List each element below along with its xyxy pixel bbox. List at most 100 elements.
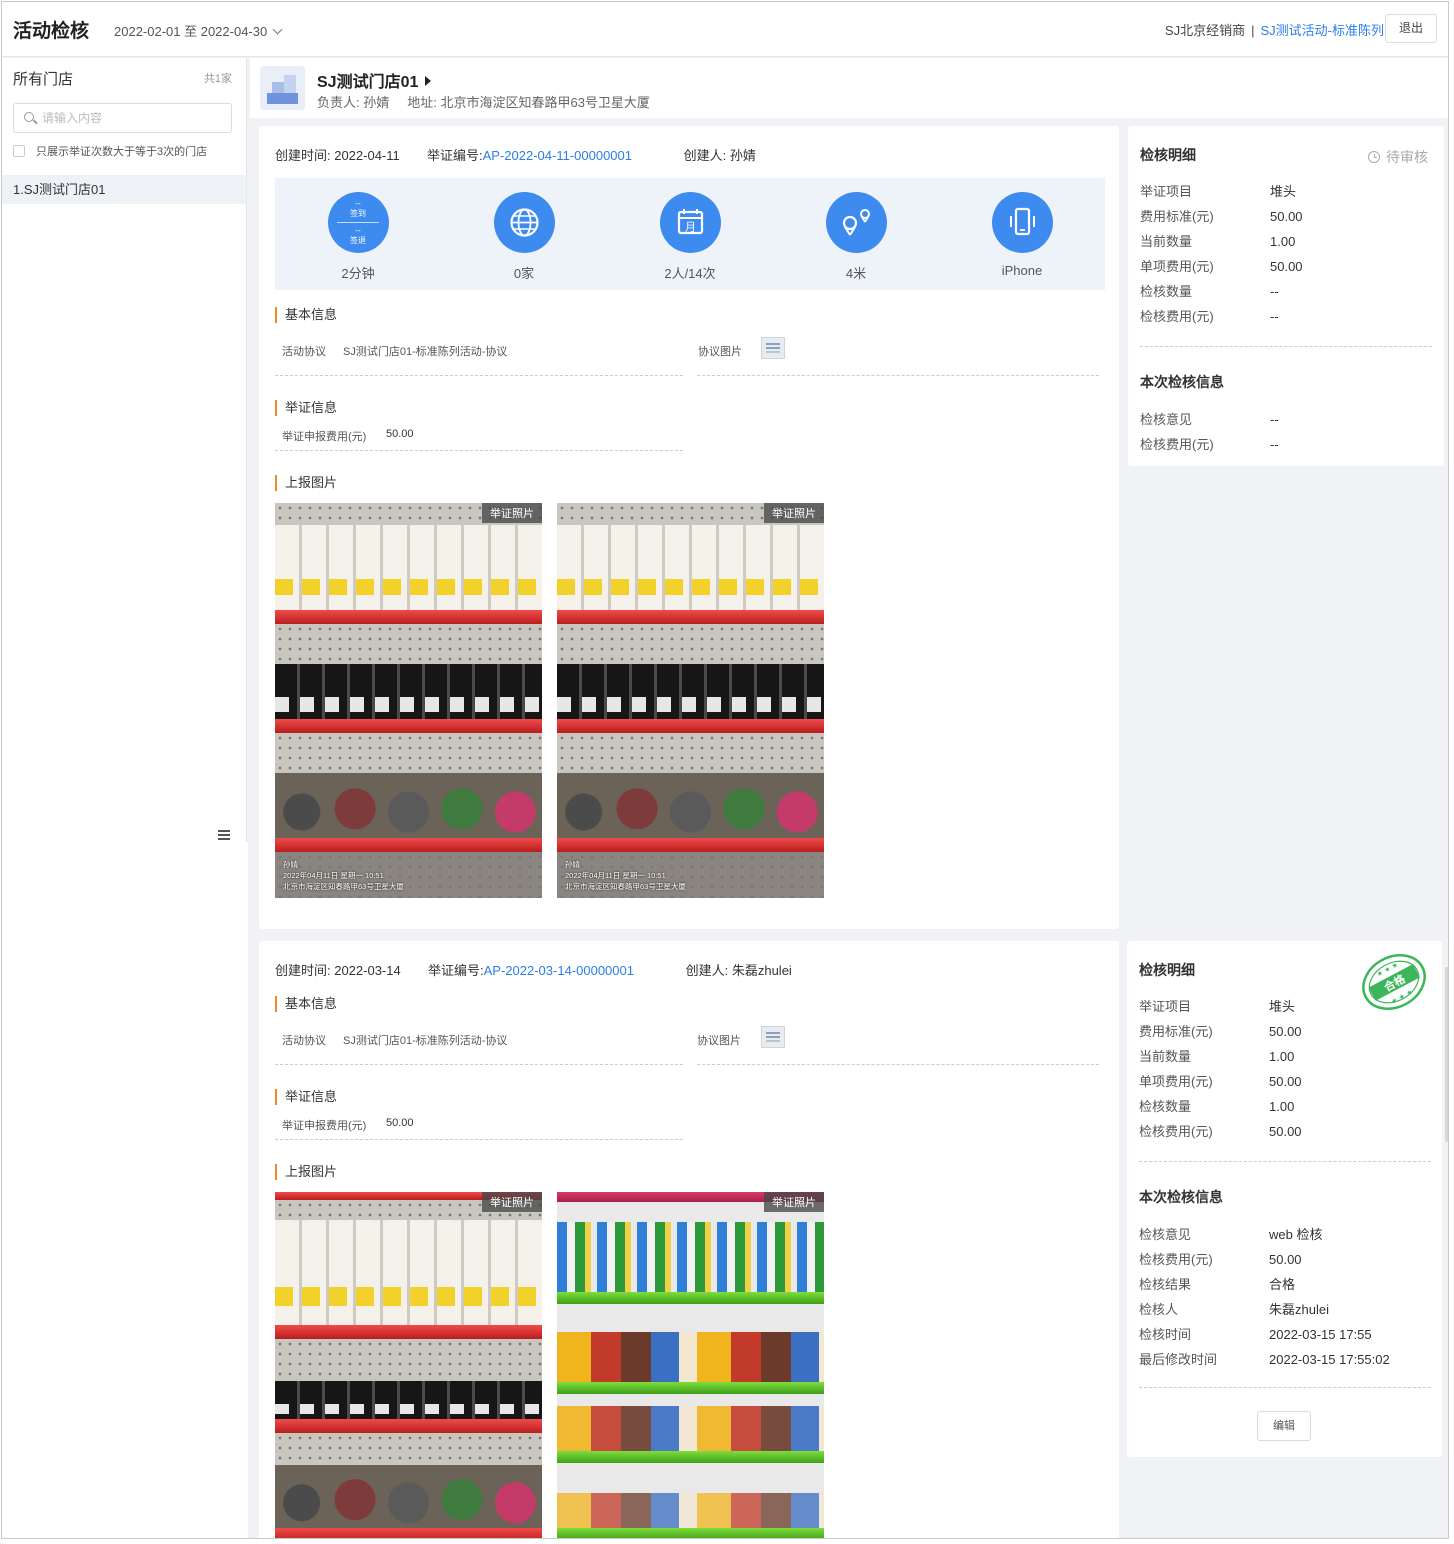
- agreement-link[interactable]: SJ测试门店01-标准陈列活动-协议: [343, 1032, 507, 1048]
- declared-fee-label: 举证申报费用(元): [282, 1120, 367, 1132]
- proof-photo[interactable]: 孙婧 2022年04月11日 星期一 10:51 北京市海淀区知春路甲63号卫星大厦…: [275, 503, 542, 898]
- declared-fee-value: 50.00: [386, 1117, 414, 1129]
- clock-icon: [1368, 151, 1380, 163]
- sidebar-item-store[interactable]: 1.SJ测试门店01: [2, 175, 246, 204]
- detail-row: 当前数量 1.00: [1139, 1049, 1295, 1064]
- edit-button[interactable]: 编辑: [1257, 1411, 1311, 1441]
- photo-tag: 举证照片: [482, 503, 542, 523]
- creator: 创建人: 孙婧: [683, 148, 756, 163]
- review-info-title: 本次检核信息: [1140, 374, 1224, 390]
- detail-row: 单项费用(元) 50.00: [1139, 1074, 1302, 1089]
- review-info-title: 本次检核信息: [1139, 1189, 1223, 1205]
- detail-row: 举证项目 堆头: [1140, 184, 1297, 199]
- agreement-image-thumbnail[interactable]: [761, 1026, 785, 1048]
- stat-distance: 4米: [796, 178, 916, 282]
- photo-tag: 举证照片: [482, 1192, 542, 1212]
- filter-checkbox[interactable]: [13, 145, 25, 157]
- section-basic-info: 基本信息: [275, 996, 337, 1012]
- chevron-down-icon: [272, 24, 283, 35]
- photo-watermark: 孙婧 2022年04月11日 星期一 10:51 北京市海淀区知春路甲63号卫星大厦: [565, 860, 686, 891]
- detail-row: 单项费用(元) 50.00: [1140, 259, 1303, 274]
- info-row: 检核意见 web 检核: [1139, 1227, 1323, 1242]
- stat-stores: 0家: [464, 178, 584, 282]
- search-input[interactable]: [42, 108, 222, 128]
- context-info: SJ北京经销商 | SJ测试活动-标准陈列: [1165, 20, 1384, 39]
- store-sidebar: 所有门店 共1家 只展示举证次数大于等于3次的门店 1.SJ测试门店01: [2, 58, 247, 842]
- agreement-image-label: 协议图片: [698, 346, 742, 358]
- proof-number-label: 举证编号:: [427, 148, 483, 163]
- detail-row: 检核费用(元) --: [1140, 309, 1279, 324]
- store-header: SJ测试门店01 负责人: 孙婧 地址: 北京市海淀区知春路甲63号卫星大厦: [250, 58, 1448, 118]
- store-meta: 负责人: 孙婧 地址: 北京市海淀区知春路甲63号卫星大厦: [317, 92, 668, 111]
- top-bar: 活动检核 2022-02-01 至 2022-04-30 SJ北京经销商 | SJ测…: [2, 2, 1448, 57]
- logout-button[interactable]: 退出: [1385, 14, 1437, 43]
- stat-device: iPhone: [962, 178, 1082, 278]
- stat-people-visits: 2人/14次: [664, 266, 716, 281]
- globe-icon: [493, 192, 555, 253]
- filter-option[interactable]: 只展示举证次数大于等于3次的门店: [13, 143, 207, 159]
- record-meta: 创建时间: 2022-03-14 举证编号: AP-2022-03-14-0000…: [275, 960, 792, 979]
- section-uploaded-photos: 上报图片: [275, 475, 337, 491]
- declared-fee-label: 举证申报费用(元): [282, 431, 367, 443]
- stat-store-count: 0家: [513, 266, 535, 281]
- info-row: 检核时间 2022-03-15 17:55: [1139, 1327, 1372, 1342]
- date-range-text: 2022-02-01 至 2022-04-30: [114, 24, 268, 39]
- stat-sign: -- 签到 -- 签退 2分钟: [298, 178, 418, 282]
- agreement-label: 活动协议: [282, 346, 326, 358]
- proof-photo[interactable]: 孙婧 2022年04月11日 星期一 10:51 北京市海淀区知春路甲63号卫星大厦…: [557, 503, 824, 898]
- detail-row: 检核费用(元) 50.00: [1139, 1124, 1302, 1139]
- store-building-icon: [260, 66, 305, 110]
- info-row: 检核费用(元) 50.00: [1139, 1252, 1302, 1267]
- proof-number-label: 举证编号:: [428, 963, 484, 978]
- proof-record-card: 创建时间: 2022-04-11 举证编号: AP-2022-04-11-0000…: [259, 126, 1119, 929]
- proof-photo[interactable]: 举证照片: [557, 1192, 824, 1538]
- info-row: 检核结果 合格: [1139, 1277, 1296, 1292]
- filter-label: 只展示举证次数大于等于3次的门店: [36, 146, 208, 158]
- section-uploaded-photos: 上报图片: [275, 1164, 337, 1180]
- page-title: 活动检核: [13, 21, 90, 42]
- search-box: [13, 103, 232, 133]
- location-pin-icon: [825, 192, 887, 253]
- date-range-picker[interactable]: 2022-02-01 至 2022-04-30: [114, 21, 283, 40]
- photo-tag: 举证照片: [764, 503, 824, 523]
- status-badge: 待审核: [1368, 147, 1428, 167]
- search-icon: [24, 112, 34, 122]
- record-meta: 创建时间: 2022-04-11 举证编号: AP-2022-04-11-0000…: [275, 145, 756, 164]
- scrollbar-thumb[interactable]: [1445, 967, 1448, 1142]
- activity-link[interactable]: SJ测试活动-标准陈列: [1260, 23, 1384, 38]
- svg-text:月: 月: [685, 221, 696, 234]
- detail-row: 费用标准(元) 50.00: [1140, 209, 1303, 224]
- separator: |: [1251, 23, 1255, 38]
- agreement-image-label: 协议图片: [697, 1035, 741, 1047]
- caret-right-icon: [425, 76, 432, 86]
- info-row: 检核人 朱磊zhulei: [1139, 1302, 1329, 1317]
- stat-duration: 2分钟: [341, 266, 375, 281]
- pass-stamp-icon: 合格 ★ ★ ★ ★ ★ ★: [1362, 954, 1426, 1010]
- dealer-name: SJ北京经销商: [1164, 23, 1246, 38]
- declared-fee-value: 50.00: [386, 428, 414, 440]
- store-address: 地址: 北京市海淀区知春路甲63号卫星大厦: [407, 95, 650, 110]
- photo-watermark: 孙婧 2022年04月11日 星期一 10:51 北京市海淀区知春路甲63号卫星大厦: [283, 860, 404, 891]
- detail-row: 当前数量 1.00: [1140, 234, 1296, 249]
- menu-icon[interactable]: [218, 830, 230, 840]
- store-name[interactable]: SJ测试门店01: [317, 68, 432, 92]
- detail-row: 举证项目 堆头: [1139, 999, 1296, 1014]
- detail-title: 检核明细: [1139, 962, 1195, 978]
- created-time: 创建时间: 2022-03-14: [275, 963, 401, 978]
- proof-record-card: 创建时间: 2022-03-14 举证编号: AP-2022-03-14-0000…: [259, 941, 1119, 1538]
- info-row: 检核意见 --: [1140, 412, 1279, 427]
- info-row: 检核费用(元) --: [1140, 437, 1279, 452]
- agreement-image-thumbnail[interactable]: [761, 337, 785, 359]
- proof-photo[interactable]: 举证照片: [275, 1192, 542, 1538]
- proof-number-link[interactable]: AP-2022-03-14-00000001: [484, 963, 686, 978]
- review-detail-panel: 检核明细 合格 ★ ★ ★ ★ ★ ★ 举证项目 堆头 费用标准(元) 50.00 …: [1127, 941, 1442, 1457]
- section-basic-info: 基本信息: [275, 307, 337, 323]
- detail-row: 检核数量 --: [1140, 284, 1279, 299]
- calendar-icon: 月: [659, 192, 721, 253]
- agreement-link[interactable]: SJ测试门店01-标准陈列活动-协议: [343, 343, 507, 359]
- section-proof-info: 举证信息: [275, 400, 337, 416]
- phone-vibrate-icon: [991, 192, 1053, 253]
- detail-title: 检核明细: [1140, 147, 1196, 163]
- created-time: 创建时间: 2022-04-11: [275, 148, 400, 163]
- proof-number-link[interactable]: AP-2022-04-11-00000001: [483, 148, 684, 163]
